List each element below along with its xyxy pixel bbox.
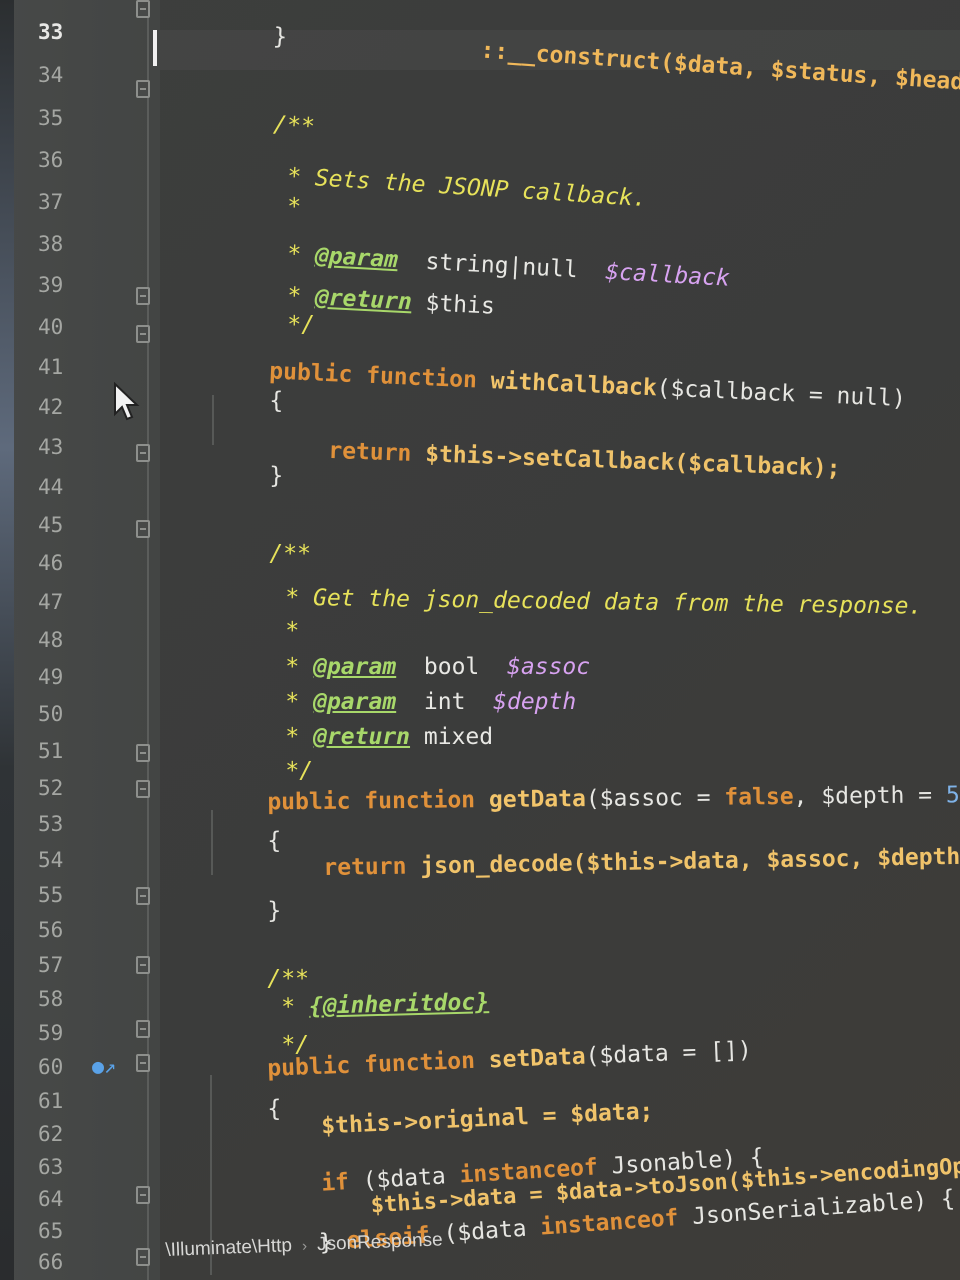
fold-toggle-icon[interactable] (136, 887, 150, 905)
line-number[interactable]: 34 (38, 63, 98, 87)
editor-window: 33 34 35 36 37 38 39 40 41 42 43 44 45 4… (0, 0, 960, 1280)
line-number[interactable]: 41 (38, 355, 98, 379)
line-number[interactable]: 57 (38, 953, 98, 977)
line-number[interactable]: 36 (38, 148, 98, 172)
line-number[interactable]: 61 (38, 1089, 98, 1113)
line-number[interactable]: 55 (38, 883, 98, 907)
side-panel-edge (0, 0, 14, 1280)
line-number[interactable]: 40 (38, 315, 98, 339)
code-line[interactable]: } (214, 437, 283, 515)
mouse-pointer-icon (114, 382, 140, 421)
line-number[interactable]: 37 (38, 190, 98, 214)
fold-toggle-icon[interactable] (136, 1248, 150, 1266)
line-number[interactable]: 58 (38, 987, 98, 1011)
line-number[interactable]: 35 (38, 106, 98, 130)
fold-toggle-icon[interactable] (136, 80, 150, 98)
line-number[interactable]: 56 (38, 918, 98, 942)
fold-toggle-icon[interactable] (136, 287, 150, 305)
fold-toggle-icon[interactable] (136, 744, 150, 762)
line-number[interactable]: 48 (38, 628, 98, 652)
line-number[interactable]: 53 (38, 812, 98, 836)
line-number[interactable]: 44 (38, 475, 98, 499)
line-number[interactable]: 54 (38, 848, 98, 872)
code-line[interactable]: } ::__construct($data, $status, $headers… (215, 0, 960, 126)
fold-toggle-icon[interactable] (136, 1020, 150, 1038)
line-number[interactable]: 66 (38, 1250, 98, 1274)
fold-toggle-icon[interactable] (136, 325, 150, 343)
line-number[interactable]: 46 (38, 551, 98, 575)
breadcrumb-namespace[interactable]: \Illuminate\Http (165, 1235, 292, 1262)
fold-toggle-icon[interactable] (136, 1186, 150, 1204)
line-number[interactable]: 62 (38, 1122, 98, 1146)
line-number[interactable]: 64 (38, 1187, 98, 1211)
line-number[interactable]: 42 (38, 395, 98, 419)
line-number[interactable]: 59 (38, 1021, 98, 1045)
line-number[interactable]: 60 (38, 1055, 98, 1079)
line-number[interactable]: 45 (38, 513, 98, 537)
line-number[interactable]: 39 (38, 273, 98, 297)
breadcrumb-class[interactable]: JsonResponse (317, 1229, 443, 1256)
breadcrumb-separator: › (301, 1237, 308, 1255)
line-number[interactable]: 50 (38, 702, 98, 726)
fold-toggle-icon[interactable] (136, 0, 150, 18)
fold-toggle-icon[interactable] (136, 444, 150, 462)
line-number[interactable]: 38 (38, 232, 98, 256)
line-number[interactable]: 47 (38, 590, 98, 614)
code-line[interactable]: } (212, 872, 281, 950)
line-number[interactable]: 43 (38, 435, 98, 459)
line-number[interactable]: 51 (38, 739, 98, 763)
line-number[interactable]: 49 (38, 665, 98, 689)
line-number[interactable]: 33 (38, 20, 98, 44)
fold-toggle-icon[interactable] (136, 520, 150, 538)
text-caret (153, 30, 157, 66)
override-marker-icon[interactable]: ●↗ (92, 1054, 116, 1078)
line-number[interactable]: 52 (38, 776, 98, 800)
fold-toggle-icon[interactable] (136, 1054, 150, 1072)
code-line[interactable]: return json_decode($this->data, $assoc, … (267, 817, 960, 908)
fold-toggle-icon[interactable] (136, 956, 150, 974)
line-number[interactable]: 63 (38, 1155, 98, 1179)
fold-toggle-icon[interactable] (136, 780, 150, 798)
line-number[interactable]: 65 (38, 1219, 98, 1243)
gutter-divider (147, 0, 149, 1280)
